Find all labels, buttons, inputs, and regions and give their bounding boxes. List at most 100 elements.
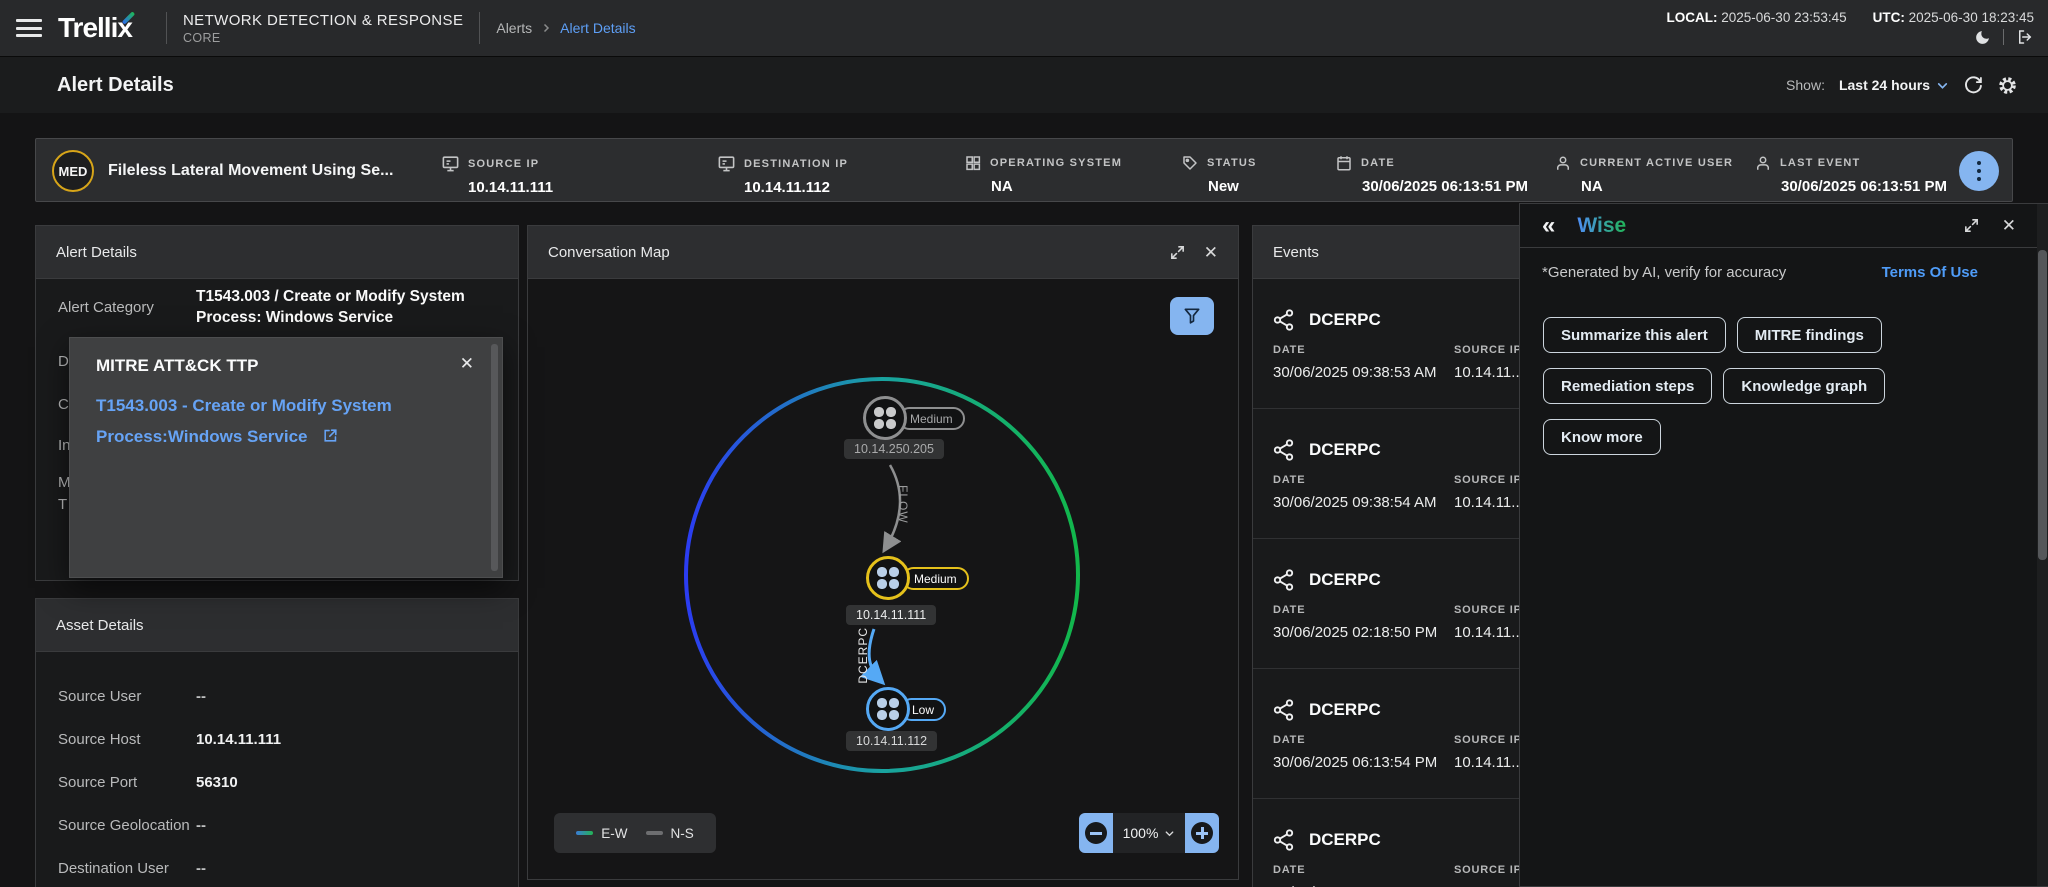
knowledge-graph-button[interactable]: Knowledge graph [1723,368,1886,404]
breadcrumb: Alerts Alert Details [496,20,635,36]
legend-toggle-east-west[interactable]: E-W [576,826,628,841]
summarize-alert-button[interactable]: Summarize this alert [1543,317,1726,353]
asset-details-panel: Asset Details Source User -- Source Host 1… [35,598,519,887]
node-ip-label: 10.14.250.205 [844,439,944,459]
local-time-value: 2025-06-30 23:53:45 [1721,10,1847,25]
field-status: STATUS New [1181,154,1257,195]
alert-actions-kebab-button[interactable] [1959,151,1999,191]
mitre-findings-button[interactable]: MITRE findings [1736,317,1882,353]
chevron-right-icon [540,22,552,34]
edge-label-dcerpc: DCERPC [856,627,870,684]
close-icon[interactable]: ✕ [1204,244,1218,261]
external-link-icon[interactable] [322,427,339,444]
top-navigation-bar: Trellix NETWORK DETECTION & RESPONSE COR… [0,0,2048,57]
clipped-row-label: D [58,353,69,370]
product-name: NETWORK DETECTION & RESPONSE [182,11,464,29]
share-icon [1273,699,1294,721]
zoom-level-value: 100% [1122,825,1159,841]
divider [165,12,167,44]
map-legend: E-W N-S [554,813,716,853]
logo-text: Trelli [58,12,118,43]
map-node-source-host[interactable] [866,556,910,600]
terms-of-use-link[interactable]: Terms Of Use [1882,264,1978,281]
popup-scrollbar[interactable] [491,344,498,571]
field-source-ip: SOURCE IP 10.14.11.111 [441,154,553,196]
product-name-block: NETWORK DETECTION & RESPONSE CORE [183,12,463,45]
expand-icon[interactable] [1169,244,1186,261]
trellix-logo[interactable]: Trellix [58,11,136,44]
breadcrumb-alerts[interactable]: Alerts [496,20,532,36]
asset-row-source-user: Source User -- [58,688,206,705]
utc-time-label: UTC: [1872,10,1905,25]
product-tier: CORE [182,30,221,45]
share-icon [1273,829,1294,851]
mitre-attack-ttp-popup: MITRE ATT&CK TTP ✕ T1543.003 - Create or… [69,337,503,578]
remediation-steps-button[interactable]: Remediation steps [1543,368,1713,404]
show-label: Show: [1786,77,1825,93]
clipped-row-label: C [58,396,69,413]
settings-gear-icon[interactable] [1997,75,2018,96]
field-current-active-user: CURRENT ACTIVE USER NA [1554,154,1733,195]
page-title: Alert Details [57,73,174,96]
funnel-icon [1184,308,1200,324]
hamburger-menu-icon[interactable] [16,19,42,37]
close-icon[interactable]: ✕ [2002,217,2016,234]
popup-title: MITRE ATT&CK TTP [96,356,259,375]
asset-row-source-port: Source Port 56310 [58,774,238,791]
divider [2003,29,2004,45]
zoom-out-button[interactable] [1079,813,1113,853]
topbar-right: LOCAL: 2025-06-30 23:53:45 UTC: 2025-06-… [1667,10,2048,46]
know-more-button[interactable]: Know more [1543,419,1661,455]
conversation-map-canvas[interactable]: Medium 10.14.250.205 FLOW Medium 10.14.1… [528,279,1238,879]
host-icon [874,407,896,429]
scrollbar-track[interactable] [2037,204,2048,886]
alert-details-panel-header: Alert Details [36,226,518,279]
monitor-icon [442,156,459,172]
logout-icon[interactable] [2016,28,2034,46]
close-icon[interactable]: ✕ [460,354,474,374]
map-node-destination-host[interactable] [866,687,910,731]
asset-row-source-host: Source Host 10.14.11.111 [58,731,282,748]
asset-row-source-geolocation: Source Geolocation -- [58,817,206,834]
conversation-map-panel: Conversation Map ✕ Medium 10.14.250.205 … [527,225,1239,880]
asset-details-panel-header: Asset Details [36,599,518,652]
expand-icon[interactable] [1963,217,1980,234]
logo-x-glyph: x [117,11,136,44]
wise-panel-header: « Wise ✕ [1520,204,2048,248]
field-operating-system: OPERATING SYSTEM NA [964,154,1122,195]
scrollbar-thumb[interactable] [2038,250,2047,560]
edge-label-flow: FLOW [896,485,910,524]
mitre-technique-link[interactable]: T1543.003 - Create or Modify System Proc… [96,390,426,452]
alert-category-label: Alert Category [58,299,154,316]
clipped-row-label: T [58,496,68,513]
map-node-external-host[interactable] [863,396,907,440]
collapse-panel-icon[interactable]: « [1542,213,1555,238]
map-zoom-controls: 100% [1079,813,1219,853]
panel-title: Conversation Map [548,243,670,261]
zoom-level-dropdown[interactable]: 100% [1113,813,1185,853]
wise-ai-panel: « Wise ✕ *Generated by AI, verify for ac… [1519,203,2048,887]
host-icon [877,698,899,720]
user-icon [1557,156,1569,170]
map-filter-button[interactable] [1170,297,1214,335]
time-range-value: Last 24 hours [1838,77,1930,93]
os-grid-icon [966,156,981,171]
zoom-in-button[interactable] [1185,813,1219,853]
utc-time-value: 2025-06-30 18:23:45 [1908,10,2034,25]
legend-toggle-north-south[interactable]: N-S [645,826,694,841]
tag-icon [1183,156,1197,170]
node-ip-label: 10.14.11.112 [846,731,938,751]
divider [479,12,481,44]
east-west-line-swatch [576,831,594,835]
alert-summary-bar: MED Fileless Lateral Movement Using Se..… [35,138,2013,202]
share-icon [1273,569,1294,591]
refresh-icon[interactable] [1963,75,1983,95]
field-destination-ip: DESTINATION IP 10.14.11.112 [717,154,848,196]
time-range-dropdown[interactable]: Last 24 hours [1839,77,1949,93]
plus-icon [1191,822,1213,844]
alert-details-page: Trellix NETWORK DETECTION & RESPONSE COR… [0,0,2048,887]
dark-mode-moon-icon[interactable] [1974,29,1991,46]
field-date: DATE 30/06/2025 06:13:51 PM [1335,154,1528,195]
node-ip-label: 10.14.11.111 [846,605,937,625]
alert-category-value: T1543.003 / Create or Modify System Proc… [196,288,465,326]
